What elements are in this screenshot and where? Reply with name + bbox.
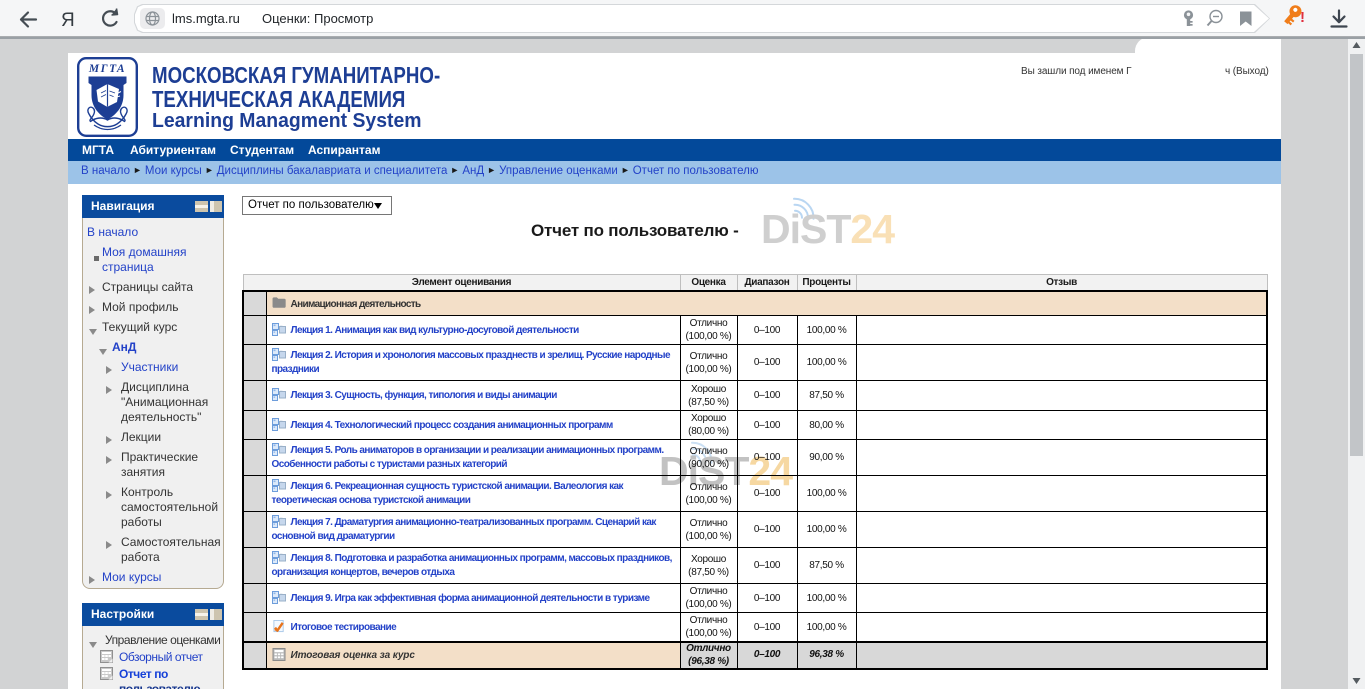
svg-text:!: ! bbox=[1300, 9, 1305, 26]
svg-text:МГТА: МГТА bbox=[88, 63, 126, 75]
svg-text:Я: Я bbox=[61, 10, 75, 31]
